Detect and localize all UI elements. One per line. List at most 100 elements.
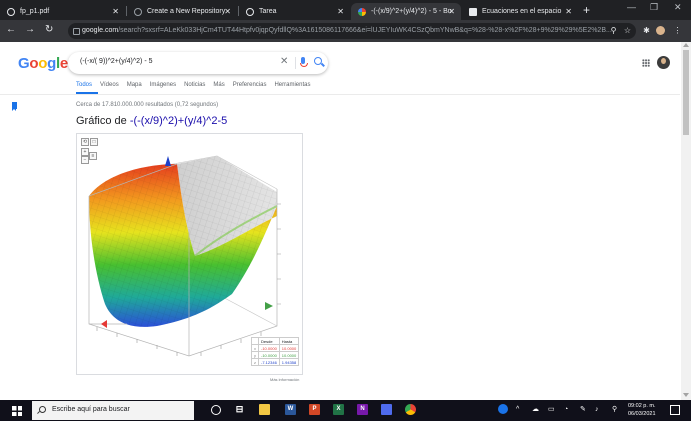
network-icon[interactable]: ◔ [564, 405, 568, 414]
windows-start-icon[interactable] [12, 406, 22, 416]
tab-title: Create a New Repository [147, 8, 226, 15]
globe-icon [7, 7, 15, 16]
microphone-icon[interactable] [300, 57, 308, 67]
tab-mapa[interactable]: Mapa [127, 82, 142, 88]
notifications-icon[interactable] [670, 405, 680, 415]
zoom-out-button[interactable]: − [81, 156, 89, 164]
excel-icon[interactable]: X [333, 404, 344, 415]
divider [295, 57, 296, 69]
taskbar-search[interactable]: Escribe aquí para buscar [32, 401, 194, 420]
tab-create-repository[interactable]: Create a New Repository ✕ [127, 3, 237, 20]
apps-grid-icon[interactable] [642, 59, 650, 67]
forward-button[interactable]: → [25, 24, 35, 36]
fullscreen-button[interactable]: □ [90, 138, 98, 146]
more-info-link[interactable]: Más información [270, 377, 299, 382]
z-axis-marker [165, 156, 171, 166]
y-to-field[interactable]: 10.0000 [278, 351, 300, 359]
reset-view-button[interactable]: ⟲ [81, 138, 89, 146]
y-from-field[interactable]: -10.0000 [258, 351, 280, 359]
clear-icon[interactable]: ✕ [280, 56, 288, 67]
x-from-field[interactable]: -10.0000 [258, 344, 280, 352]
teams-icon[interactable] [381, 404, 392, 415]
tab-title: Ecuaciones en el espacio [482, 8, 562, 15]
legend-axis-y: y [251, 351, 259, 359]
tab-preferencias[interactable]: Preferencias [233, 82, 267, 88]
tab-todos[interactable]: Todos [76, 82, 92, 88]
tab-google-search[interactable]: -(-(x/9)^2+(y/4)^2) - 5 - Bu ✕ [351, 3, 461, 20]
graph-heading: Gráfico de -(-(x/9)^2)+(y/4)^2-5 [76, 115, 227, 127]
search-nav-tabs: Todos Vídeos Mapa Imágenes Noticias Más … [76, 82, 310, 88]
system-clock[interactable]: 09:02 p. m. 06/03/2021 [628, 402, 656, 418]
new-tab-button[interactable]: + [583, 3, 590, 17]
search-input[interactable]: (-(-x/( 9))^2+(y/4)^2) - 5 [80, 58, 153, 65]
cortana-icon[interactable] [211, 405, 221, 415]
reload-button[interactable]: ↻ [45, 24, 53, 36]
chevron-up-icon[interactable]: ^ [516, 405, 519, 414]
z-to-field[interactable]: 1.94358 [278, 358, 300, 366]
search-box[interactable]: (-(-x/( 9))^2+(y/4)^2) - 5 ✕ [68, 52, 328, 74]
task-view-icon[interactable]: ⊟ [234, 404, 245, 415]
close-icon[interactable]: ✕ [448, 7, 455, 16]
tab-tarea[interactable]: Tarea ✕ [239, 3, 350, 20]
search-icon[interactable] [314, 57, 322, 65]
zoom-in-button[interactable]: + [81, 148, 89, 156]
clock-date: 06/03/2021 [628, 411, 656, 417]
legend-corner [251, 337, 259, 345]
close-window-button[interactable]: ✕ [674, 2, 682, 13]
onedrive-icon[interactable]: ☁ [532, 405, 539, 414]
x-axis-marker [101, 320, 107, 328]
scroll-down-icon[interactable] [683, 393, 689, 397]
heading-function[interactable]: -(-(x/9)^2)+(y/4)^2-5 [130, 115, 227, 127]
legend-axis-x: x [251, 344, 259, 352]
powerpoint-icon[interactable]: P [309, 404, 320, 415]
google-icon [358, 7, 366, 16]
close-icon[interactable]: ✕ [112, 7, 119, 16]
tab-videos[interactable]: Vídeos [100, 82, 119, 88]
volume-icon[interactable]: ♪ [595, 405, 599, 414]
file-explorer-icon[interactable] [259, 404, 270, 415]
legend-header-to: Hasta [278, 337, 300, 345]
bookmark-star-icon[interactable]: ☆ [623, 26, 632, 35]
divider [0, 94, 680, 95]
pen-icon[interactable]: ✎ [580, 405, 586, 414]
weather-icon[interactable] [498, 404, 508, 414]
tab-mas[interactable]: Más [213, 82, 224, 88]
restore-button[interactable]: ❐ [650, 2, 658, 13]
extensions-icon[interactable]: ✱ [642, 26, 651, 35]
tab-pdf[interactable]: fp_p1.pdf ✕ [0, 3, 125, 20]
z-from-field[interactable]: -7.12346 [258, 358, 280, 366]
range-legend: Desde Hasta x -10.0000 10.0000 y -10.000… [251, 337, 300, 366]
close-icon[interactable]: ✕ [337, 7, 344, 16]
x-to-field[interactable]: 10.0000 [278, 344, 300, 352]
tab-title: fp_p1.pdf [20, 8, 50, 15]
tab-ecuaciones[interactable]: Ecuaciones en el espacio ✕ [462, 3, 578, 20]
input-icon[interactable]: ⚲ [612, 405, 617, 414]
tab-strip: fp_p1.pdf ✕ Create a New Repository ✕ Ta… [0, 0, 691, 20]
avatar[interactable] [657, 56, 670, 69]
battery-icon[interactable]: ▭ [548, 405, 555, 414]
onenote-icon[interactable]: N [357, 404, 368, 415]
tab-herramientas[interactable]: Herramientas [274, 82, 310, 88]
bookmark-icon[interactable] [12, 102, 17, 111]
back-button[interactable]: ← [6, 24, 16, 36]
minimize-button[interactable]: — [627, 2, 636, 12]
graph-3d[interactable]: ⟲ □ + − ≡ Desde Hasta x -10.0000 10.0000… [76, 133, 303, 375]
scrollbar-thumb[interactable] [683, 50, 689, 135]
chrome-icon[interactable] [405, 404, 416, 415]
google-logo[interactable]: Google [18, 55, 68, 72]
close-icon[interactable]: ✕ [224, 7, 231, 16]
y-axis-marker [265, 302, 273, 310]
word-icon[interactable]: W [285, 404, 296, 415]
search-icon[interactable]: ⚲ [609, 26, 618, 35]
close-icon[interactable]: ✕ [565, 7, 572, 16]
site-icon [469, 7, 477, 16]
zoom-slider[interactable]: ≡ [89, 152, 97, 160]
tab-imagenes[interactable]: Imágenes [150, 82, 176, 88]
profile-icon[interactable] [656, 26, 665, 35]
search-icon [39, 406, 46, 413]
tab-noticias[interactable]: Noticias [184, 82, 205, 88]
legend-axis-z: z [251, 358, 259, 366]
menu-icon[interactable]: ⋮ [673, 26, 682, 35]
scroll-up-icon[interactable] [683, 43, 689, 47]
address-bar[interactable]: google.com/search?sxsrf=ALeKk033HjCm4TUT… [68, 23, 636, 39]
